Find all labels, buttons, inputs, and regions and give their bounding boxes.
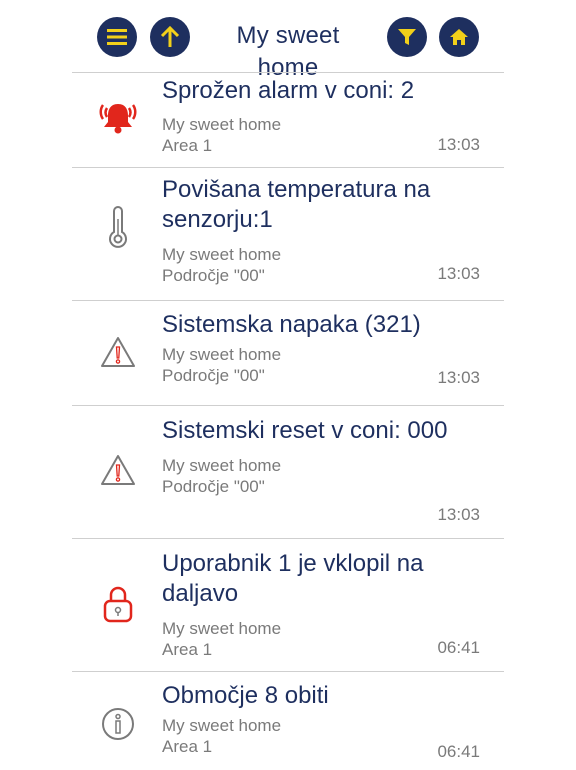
- event-area: Area 1: [162, 640, 213, 659]
- event-message: Območje 8 obiti: [162, 682, 329, 709]
- filter-icon: [398, 29, 416, 45]
- info-icon: [96, 702, 140, 746]
- list-item[interactable]: Sprožen alarm v coni: 2 My sweet home Ar…: [72, 73, 504, 168]
- menu-icon: [107, 29, 127, 45]
- event-time: 13:03: [437, 264, 480, 283]
- home-button[interactable]: [439, 17, 479, 57]
- event-area: Področje "00": [162, 477, 265, 496]
- filter-button[interactable]: [387, 17, 427, 57]
- event-time: 13:03: [437, 368, 480, 387]
- event-site: My sweet home: [162, 716, 282, 735]
- event-site: My sweet home: [162, 619, 282, 638]
- home-icon: [450, 29, 468, 45]
- event-site: My sweet home: [162, 456, 282, 475]
- event-site: My sweet home: [162, 245, 282, 264]
- list-item[interactable]: Sistemska napaka (321) My sweet home Pod…: [72, 301, 504, 406]
- up-button[interactable]: [150, 17, 190, 57]
- list-item[interactable]: Uporabnik 1 je vklopil na daljavo My swe…: [72, 539, 504, 672]
- list-item[interactable]: Povišana temperatura na senzorju:1 My sw…: [72, 168, 504, 301]
- warning-icon: [96, 330, 140, 374]
- event-message: Uporabnik 1 je vklopil na daljavo: [162, 550, 424, 607]
- warning-icon: [96, 448, 140, 492]
- event-site: My sweet home: [162, 115, 282, 134]
- thermometer-icon: [96, 205, 140, 249]
- event-time: 06:41: [437, 742, 480, 761]
- event-area: Področje "00": [162, 266, 265, 285]
- event-area: Področje "00": [162, 366, 265, 385]
- menu-button[interactable]: [97, 17, 137, 57]
- list-item[interactable]: Območje 8 obiti My sweet home Area 1 06:…: [72, 672, 504, 770]
- event-time: 13:03: [437, 135, 480, 154]
- event-message: Sistemski reset v coni: 000: [162, 417, 448, 444]
- app-header: My sweet home: [0, 0, 576, 81]
- event-area: Area 1: [162, 136, 213, 155]
- event-message: Povišana temperatura na senzorju:1: [162, 176, 431, 233]
- event-area: Area 1: [162, 737, 213, 756]
- list-item[interactable]: Sistemski reset v coni: 000 My sweet hom…: [72, 406, 504, 539]
- event-time: 13:03: [437, 505, 480, 524]
- event-site: My sweet home: [162, 345, 282, 364]
- arrow-up-icon: [160, 26, 180, 47]
- alarm-bell-icon: [96, 95, 140, 139]
- event-time: 06:41: [437, 638, 480, 657]
- lock-icon: [96, 582, 140, 626]
- event-message: Sistemska napaka (321): [162, 311, 421, 338]
- event-list: Sprožen alarm v coni: 2 My sweet home Ar…: [72, 72, 504, 770]
- event-message: Sprožen alarm v coni: 2: [162, 77, 415, 104]
